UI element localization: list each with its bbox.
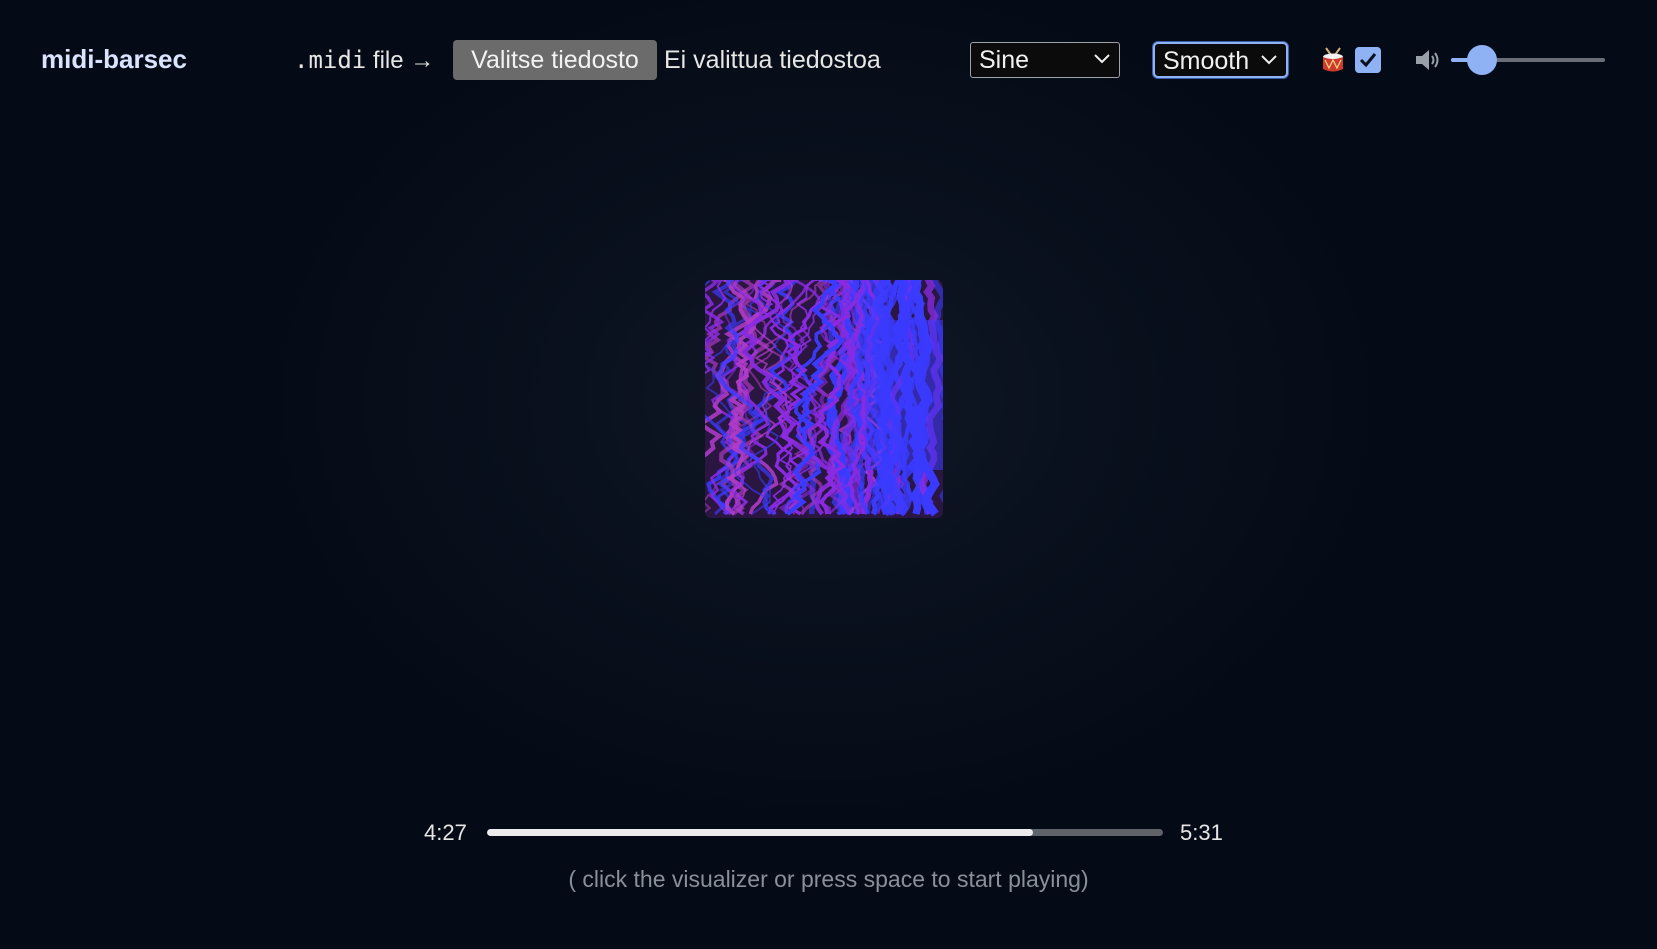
header-toolbar: midi-barsec .midi file → Valitse tiedost… xyxy=(0,36,1657,84)
volume-thumb[interactable] xyxy=(1466,45,1497,75)
drums-checkbox[interactable] xyxy=(1355,47,1381,73)
visualizer-energy-block xyxy=(865,320,943,470)
file-label-text: file → xyxy=(372,47,435,74)
choose-file-button[interactable]: Valitse tiedosto xyxy=(453,40,657,80)
visualizer[interactable] xyxy=(705,280,943,518)
speaker-icon[interactable] xyxy=(1413,46,1441,74)
progress-bar[interactable] xyxy=(487,829,1163,836)
checkmark-icon xyxy=(1359,53,1377,68)
progress-fill xyxy=(487,829,1033,836)
current-time: 4:27 xyxy=(424,820,467,845)
file-status-text: Ei valittua tiedostoa xyxy=(664,46,881,74)
total-time: 5:31 xyxy=(1180,820,1223,845)
file-extension-code: .midi xyxy=(294,46,367,74)
file-input-label: .midi file → xyxy=(294,46,434,75)
visualizer-canvas[interactable] xyxy=(705,280,943,518)
drum-icon xyxy=(1323,47,1343,72)
mode-select[interactable]: Smooth xyxy=(1153,42,1288,78)
mode-select-value: Smooth xyxy=(1163,47,1250,75)
volume-slider[interactable] xyxy=(1447,44,1607,76)
waveform-select-value: Sine xyxy=(979,46,1030,74)
chevron-down-icon xyxy=(1094,54,1110,64)
chevron-down-icon xyxy=(1261,55,1277,65)
app-title: midi-barsec xyxy=(41,44,187,74)
play-hint: ( click the visualizer or press space to… xyxy=(568,866,1089,892)
waveform-select[interactable]: Sine xyxy=(970,42,1120,78)
